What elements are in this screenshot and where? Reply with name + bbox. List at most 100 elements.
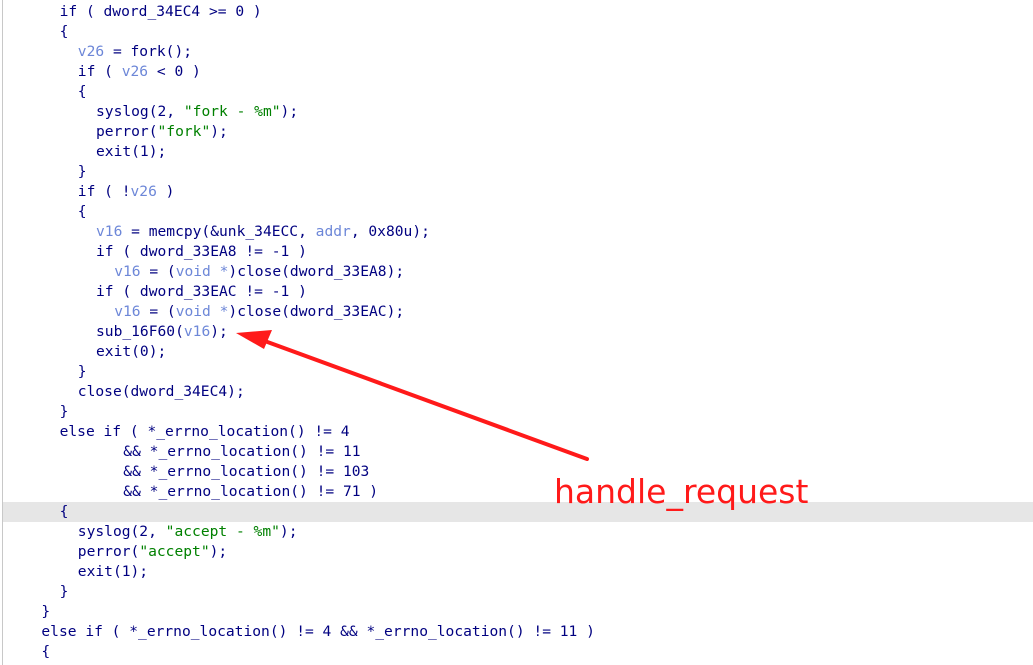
code-token: );: [210, 123, 228, 140]
code-line-text: && *_errno_location() != 11: [123, 442, 360, 462]
code-line[interactable]: else if ( *_errno_location() != 4 && *_e…: [3, 622, 1033, 642]
code-token: ): [156, 183, 175, 200]
code-line[interactable]: if ( dword_33EA8 != -1 ): [3, 242, 1033, 262]
code-line[interactable]: {: [3, 22, 1033, 42]
code-token: exit(1);: [77, 563, 149, 580]
code-line[interactable]: if ( v26 < 0 ): [3, 62, 1033, 82]
code-token: );: [280, 103, 299, 120]
code-variable: v26: [121, 63, 149, 80]
code-line[interactable]: {: [3, 502, 1033, 522]
code-token: {: [59, 503, 69, 520]
pseudocode-view[interactable]: if ( dword_34EC4 >= 0 ){v26 = fork(); if …: [2, 0, 1033, 665]
code-token: }: [77, 163, 87, 180]
code-token: , 0x80u);: [350, 223, 430, 240]
code-token: )close(dword_33EA8);: [228, 263, 405, 280]
code-string: "fork": [157, 123, 211, 140]
code-line-text: v26 = fork();: [78, 42, 192, 62]
code-token: else if ( *_errno_location() != 4 && *_e…: [41, 623, 595, 640]
code-line-text: sub_16F60(v16);: [96, 322, 228, 342]
code-line-text: {: [78, 202, 87, 222]
code-line[interactable]: close(dword_34EC4);: [3, 382, 1033, 402]
code-line-text: exit(0);: [96, 342, 166, 362]
code-token: = (: [140, 303, 176, 320]
code-variable: void *: [175, 303, 229, 320]
code-token: {: [41, 643, 51, 660]
code-line-text: {: [60, 502, 69, 522]
code-line[interactable]: v16 = (void *)close(dword_33EA8);: [3, 262, 1033, 282]
code-token: )close(dword_33EAC);: [228, 303, 405, 320]
code-token: exit(1);: [96, 143, 167, 160]
code-line-text: }: [60, 402, 69, 422]
code-token: exit(0);: [96, 343, 167, 360]
code-variable: addr: [315, 223, 351, 240]
code-line[interactable]: exit(1);: [3, 142, 1033, 162]
code-line[interactable]: exit(1);: [3, 562, 1033, 582]
code-line[interactable]: perror("accept");: [3, 542, 1033, 562]
code-token: );: [210, 323, 228, 340]
code-line[interactable]: else if ( *_errno_location() != 4: [3, 422, 1033, 442]
code-line[interactable]: }: [3, 362, 1033, 382]
code-token: {: [77, 83, 87, 100]
code-token: perror(: [96, 123, 158, 140]
code-line-text: if ( dword_34EC4 >= 0 ): [60, 2, 262, 22]
code-token: = memcpy(&unk_34ECC,: [122, 223, 316, 240]
code-token: && *_errno_location() != 71 ): [123, 483, 379, 500]
code-token: }: [59, 403, 69, 420]
code-line[interactable]: {: [3, 642, 1033, 662]
code-token: close(dword_34EC4);: [77, 383, 245, 400]
code-variable: v16: [114, 263, 141, 280]
code-token: if ( !: [77, 183, 131, 200]
annotation-label: handle_request: [554, 472, 809, 511]
code-token: && *_errno_location() != 11: [123, 443, 361, 460]
code-line[interactable]: if ( dword_34EC4 >= 0 ): [3, 2, 1033, 22]
code-line[interactable]: }: [3, 162, 1033, 182]
code-line[interactable]: v16 = (void *)close(dword_33EAC);: [3, 302, 1033, 322]
code-line[interactable]: }: [3, 602, 1033, 622]
code-variable: v26: [77, 43, 105, 60]
code-line-text: v16 = (void *)close(dword_33EAC);: [114, 302, 404, 322]
code-variable: v16: [183, 323, 211, 340]
code-line[interactable]: syslog(2, "accept - %m");: [3, 522, 1033, 542]
code-token: }: [77, 363, 87, 380]
code-line[interactable]: exit(0);: [3, 342, 1033, 362]
code-line-text: if ( !v26 ): [78, 182, 175, 202]
code-line[interactable]: {: [3, 82, 1033, 102]
code-line[interactable]: syslog(2, "fork - %m");: [3, 102, 1033, 122]
code-line-text: perror("fork");: [96, 122, 228, 142]
code-line-text: v16 = (void *)close(dword_33EA8);: [114, 262, 404, 282]
code-line[interactable]: v16 = memcpy(&unk_34ECC, addr, 0x80u);: [3, 222, 1033, 242]
code-line[interactable]: sub_16F60(v16);: [3, 322, 1033, 342]
code-line-text: }: [78, 362, 87, 382]
code-line[interactable]: perror("fork");: [3, 122, 1033, 142]
code-token: = fork();: [104, 43, 193, 60]
code-token: sub_16F60(: [96, 323, 184, 340]
code-token: }: [59, 583, 69, 600]
code-line[interactable]: && *_errno_location() != 11: [3, 442, 1033, 462]
code-line[interactable]: }: [3, 582, 1033, 602]
code-line-text: {: [41, 642, 50, 662]
code-line-text: syslog(2, "accept - %m");: [78, 522, 298, 542]
code-line[interactable]: && *_errno_location() != 103: [3, 462, 1033, 482]
code-line-text: syslog(2, "fork - %m");: [96, 102, 298, 122]
code-token: && *_errno_location() != 103: [123, 463, 370, 480]
code-line-text: {: [78, 82, 87, 102]
code-variable: v26: [130, 183, 157, 200]
code-token: {: [77, 203, 87, 220]
code-line-text: }: [60, 582, 69, 602]
code-token: if (: [77, 63, 122, 80]
code-token: );: [209, 543, 228, 560]
code-line-text: if ( dword_33EA8 != -1 ): [96, 242, 307, 262]
code-line[interactable]: if ( dword_33EAC != -1 ): [3, 282, 1033, 302]
code-line-text: close(dword_34EC4);: [78, 382, 245, 402]
code-line[interactable]: v26 = fork();: [3, 42, 1033, 62]
code-token: syslog(2,: [77, 523, 166, 540]
code-variable: v16: [114, 303, 141, 320]
code-line[interactable]: && *_errno_location() != 71 ): [3, 482, 1033, 502]
code-line[interactable]: {: [3, 202, 1033, 222]
code-line[interactable]: if ( !v26 ): [3, 182, 1033, 202]
code-line-text: {: [60, 22, 69, 42]
code-token: syslog(2,: [96, 103, 184, 120]
code-token: perror(: [77, 543, 140, 560]
code-token: }: [41, 603, 51, 620]
code-line[interactable]: }: [3, 402, 1033, 422]
